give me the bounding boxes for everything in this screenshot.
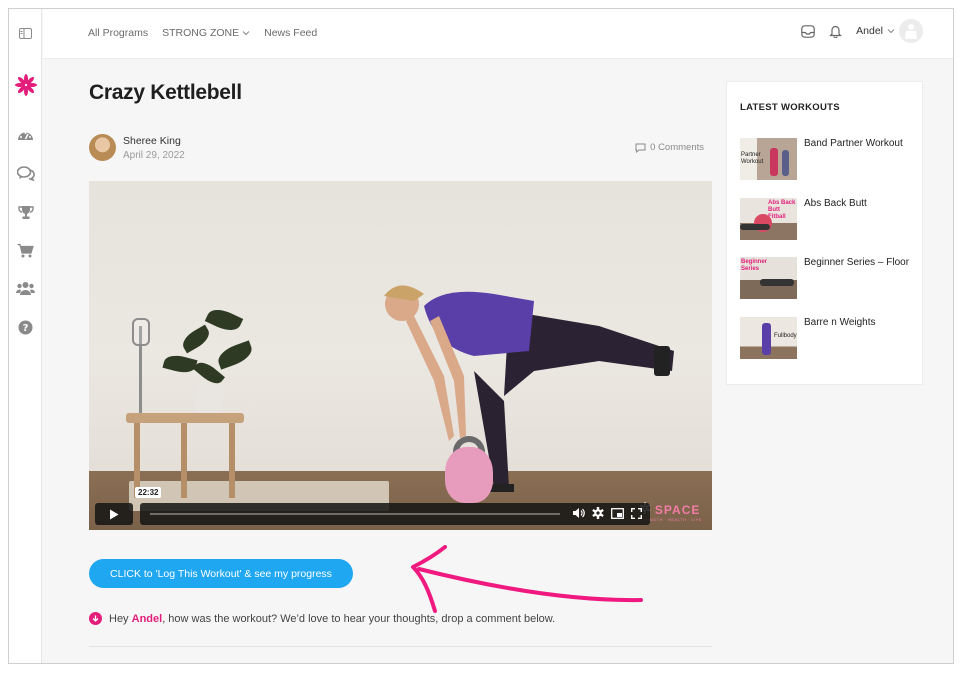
thumb-figure xyxy=(760,279,794,286)
trophy-icon[interactable] xyxy=(9,201,42,223)
comments-link[interactable]: 0 Comments xyxy=(635,142,704,153)
volume-icon[interactable] xyxy=(572,507,585,519)
settings-gear-icon[interactable] xyxy=(592,507,604,519)
author-name[interactable]: Sheree King xyxy=(123,135,181,147)
workout-item[interactable]: Fullbody Barre n Weights xyxy=(740,317,915,361)
page-title: Crazy Kettlebell xyxy=(89,81,242,104)
latest-workouts-widget: LATEST WORKOUTS Partner Workout Band Par… xyxy=(726,81,923,385)
workout-title[interactable]: Band Partner Workout xyxy=(804,138,903,149)
video-player[interactable]: SPACE STRENGTH · HEALTH · LIFE 22:32 xyxy=(89,181,712,530)
comment-icon xyxy=(635,143,646,153)
left-rail: ? xyxy=(9,9,42,663)
play-icon xyxy=(110,509,119,519)
divider xyxy=(89,646,712,647)
chat-icon[interactable] xyxy=(9,162,42,184)
video-scene-table-leg xyxy=(181,423,187,498)
workout-item[interactable]: Abs Back Butt Fitball Abs Back Butt xyxy=(740,198,915,242)
widget-title: LATEST WORKOUTS xyxy=(740,102,840,113)
workout-title[interactable]: Beginner Series – Floor xyxy=(804,257,909,268)
comments-count: 0 Comments xyxy=(650,142,704,153)
user-menu[interactable]: Andel xyxy=(856,19,923,43)
user-avatar[interactable] xyxy=(899,19,923,43)
sidebar-toggle-icon[interactable] xyxy=(9,22,42,44)
nav-label: All Programs xyxy=(88,27,149,39)
video-scene-table xyxy=(126,413,244,423)
svg-text:?: ? xyxy=(23,323,29,334)
video-control-bar: 22:32 xyxy=(135,487,650,525)
workout-item[interactable]: Beginner Series Beginner Series – Floor xyxy=(740,257,915,301)
arrow-down-circle-icon xyxy=(89,612,102,625)
video-scene-lamp-shade xyxy=(132,318,150,346)
annotation-arrow xyxy=(411,545,643,613)
play-button[interactable] xyxy=(95,503,133,525)
bell-icon[interactable] xyxy=(829,24,843,38)
author-avatar[interactable] xyxy=(89,134,116,161)
top-bar-actions: Andel xyxy=(801,19,923,43)
thumb-figure xyxy=(740,224,770,230)
top-bar: All Programs STRONG ZONE News Feed Andel xyxy=(43,9,953,59)
nav-label: News Feed xyxy=(264,27,318,39)
nav-strong-zone[interactable]: STRONG ZONE xyxy=(162,27,250,39)
video-controls: 22:32 xyxy=(95,487,699,525)
workout-title[interactable]: Abs Back Butt xyxy=(804,198,867,209)
thumb-figure xyxy=(770,148,778,176)
post-meta: Sheree King April 29, 2022 0 Comments xyxy=(89,134,712,164)
chevron-down-icon xyxy=(242,31,250,36)
fullscreen-icon[interactable] xyxy=(631,507,642,519)
video-progress-bar[interactable] xyxy=(150,513,560,515)
log-workout-button[interactable]: CLICK to 'Log This Workout' & see my pro… xyxy=(89,559,353,588)
prompt-user-name: Andel xyxy=(131,612,163,625)
video-timestamp: 22:32 xyxy=(135,487,162,498)
thumb-label: Abs Back Butt Fitball xyxy=(768,200,796,220)
nav-all-programs[interactable]: All Programs xyxy=(88,27,148,39)
post-content: Crazy Kettlebell Sheree King April 29, 2… xyxy=(89,81,712,647)
workout-thumbnail[interactable]: Beginner Series xyxy=(740,257,797,299)
workout-item[interactable]: Partner Workout Band Partner Workout xyxy=(740,138,915,182)
thumb-figure xyxy=(782,150,789,176)
app-window: ? All Programs STRONG ZONE News Feed And… xyxy=(8,8,954,664)
post-date: April 29, 2022 xyxy=(123,150,185,161)
main-nav: All Programs STRONG ZONE News Feed xyxy=(88,27,317,39)
thumb-label: Beginner Series xyxy=(741,259,768,272)
help-icon[interactable]: ? xyxy=(9,316,42,338)
prompt-prefix: Hey xyxy=(109,612,132,625)
thumb-label: Fullbody xyxy=(774,333,797,339)
video-scene-table-leg xyxy=(229,423,235,498)
video-scene-plant-pot xyxy=(195,384,223,414)
workout-thumbnail[interactable]: Abs Back Butt Fitball xyxy=(740,198,797,240)
video-control-icons xyxy=(572,507,642,519)
workout-title[interactable]: Barre n Weights xyxy=(804,317,876,328)
video-scene-kettlebell xyxy=(445,447,493,503)
thumb-figure xyxy=(762,323,771,355)
workout-thumbnail[interactable]: Fullbody xyxy=(740,317,797,359)
group-icon[interactable] xyxy=(9,277,42,299)
user-name: Andel xyxy=(856,25,883,37)
nav-label: STRONG ZONE xyxy=(162,27,240,39)
dashboard-icon[interactable] xyxy=(9,124,42,146)
inbox-icon[interactable] xyxy=(801,24,815,38)
video-scene-person xyxy=(384,285,674,492)
cart-icon[interactable] xyxy=(9,239,42,261)
nav-news-feed[interactable]: News Feed xyxy=(264,27,317,39)
logo-flower-icon[interactable] xyxy=(9,72,42,98)
picture-in-picture-icon[interactable] xyxy=(611,507,624,519)
chevron-down-icon xyxy=(887,29,895,34)
thumb-label: Partner Workout xyxy=(741,152,764,165)
workout-thumbnail[interactable]: Partner Workout xyxy=(740,138,797,180)
